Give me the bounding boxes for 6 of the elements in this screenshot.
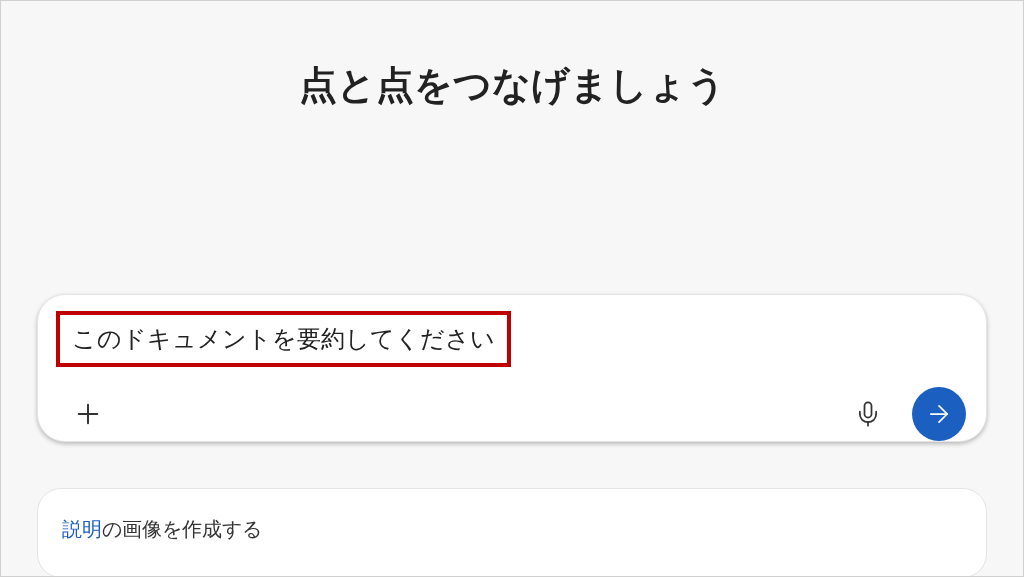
message-input[interactable]: このドキュメントを要約してください [56,311,511,367]
send-button[interactable] [912,387,966,441]
page-heading: 点と点をつなげましょう [298,62,726,109]
suggestion-card[interactable]: 説明の画像を作成する [37,488,987,576]
suggestion-text: の画像を作成する [102,516,262,543]
placeholder-word: 説明 [62,516,102,543]
